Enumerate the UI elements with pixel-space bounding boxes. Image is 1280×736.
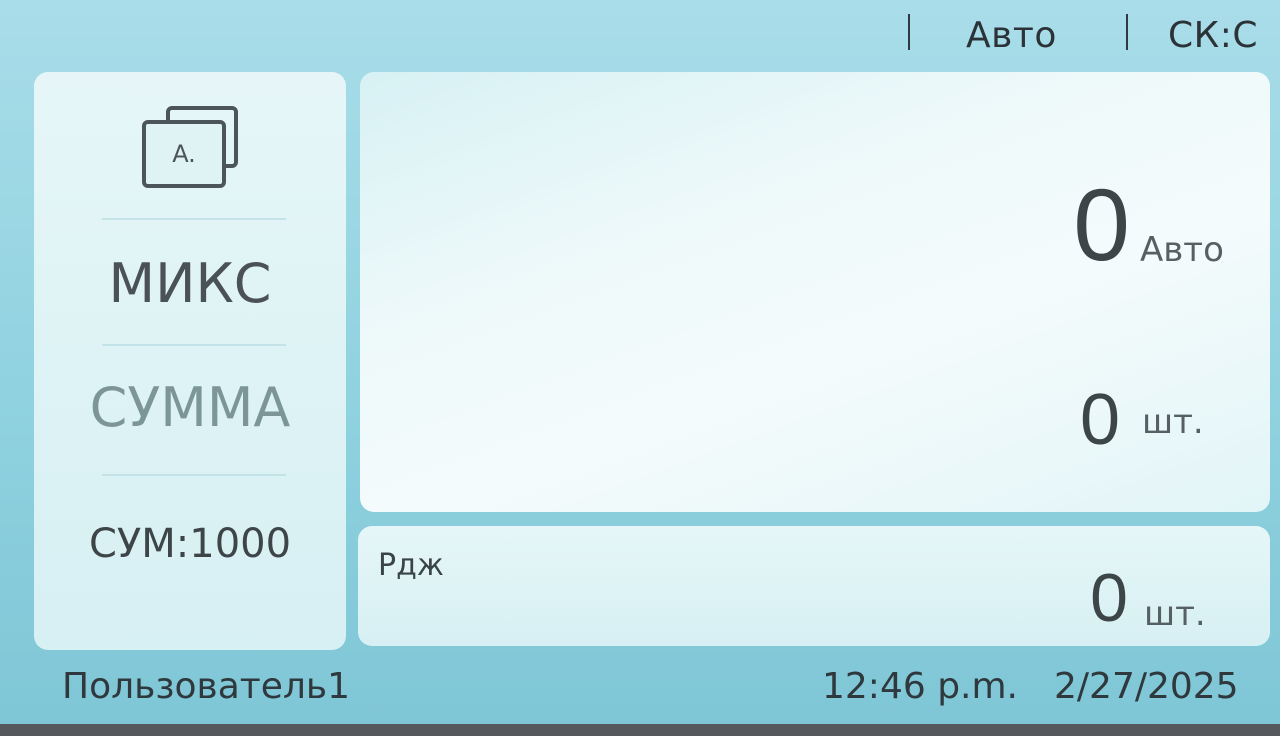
divider (102, 218, 286, 220)
reject-count-value: 0 (1090, 560, 1128, 636)
mode-panel: A. МИКС СУММА СУМ:1000 (34, 72, 346, 650)
topbar-separator (1126, 14, 1128, 50)
sum-mode-label[interactable]: СУММА (34, 376, 346, 440)
reject-count-unit: шт. (1144, 594, 1206, 634)
sum-limit-value[interactable]: СУМ:1000 (34, 518, 346, 570)
count-value: 0 (1079, 380, 1120, 460)
user-name: Пользователь1 (62, 666, 351, 707)
reject-label: Рдж (378, 548, 444, 583)
divider (102, 344, 286, 346)
banknote-stack-icon[interactable]: A. (138, 102, 242, 192)
speed-indicator[interactable]: СК:С (1168, 12, 1258, 60)
clock-time: 12:46 p.m. (822, 666, 1018, 707)
denomination-unit: Авто (1140, 230, 1224, 270)
device-bezel (0, 724, 1280, 736)
mix-mode-label[interactable]: МИКС (34, 252, 346, 316)
count-display-panel: 0 Авто 0 шт. (360, 72, 1270, 512)
top-status-bar: Авто СК:С (0, 0, 1280, 72)
denomination-value: 0 (1073, 168, 1130, 282)
svg-text:A.: A. (172, 140, 196, 168)
topbar-separator (908, 14, 910, 50)
current-date: 2/27/2025 (1054, 666, 1239, 707)
reject-panel: Рдж 0 шт. (358, 526, 1270, 646)
device-screen: Авто СК:С A. МИКС СУММА СУМ:1000 0 Авто … (0, 0, 1280, 724)
auto-mode-indicator[interactable]: Авто (966, 12, 1057, 60)
divider (102, 474, 286, 476)
count-unit: шт. (1142, 402, 1204, 442)
